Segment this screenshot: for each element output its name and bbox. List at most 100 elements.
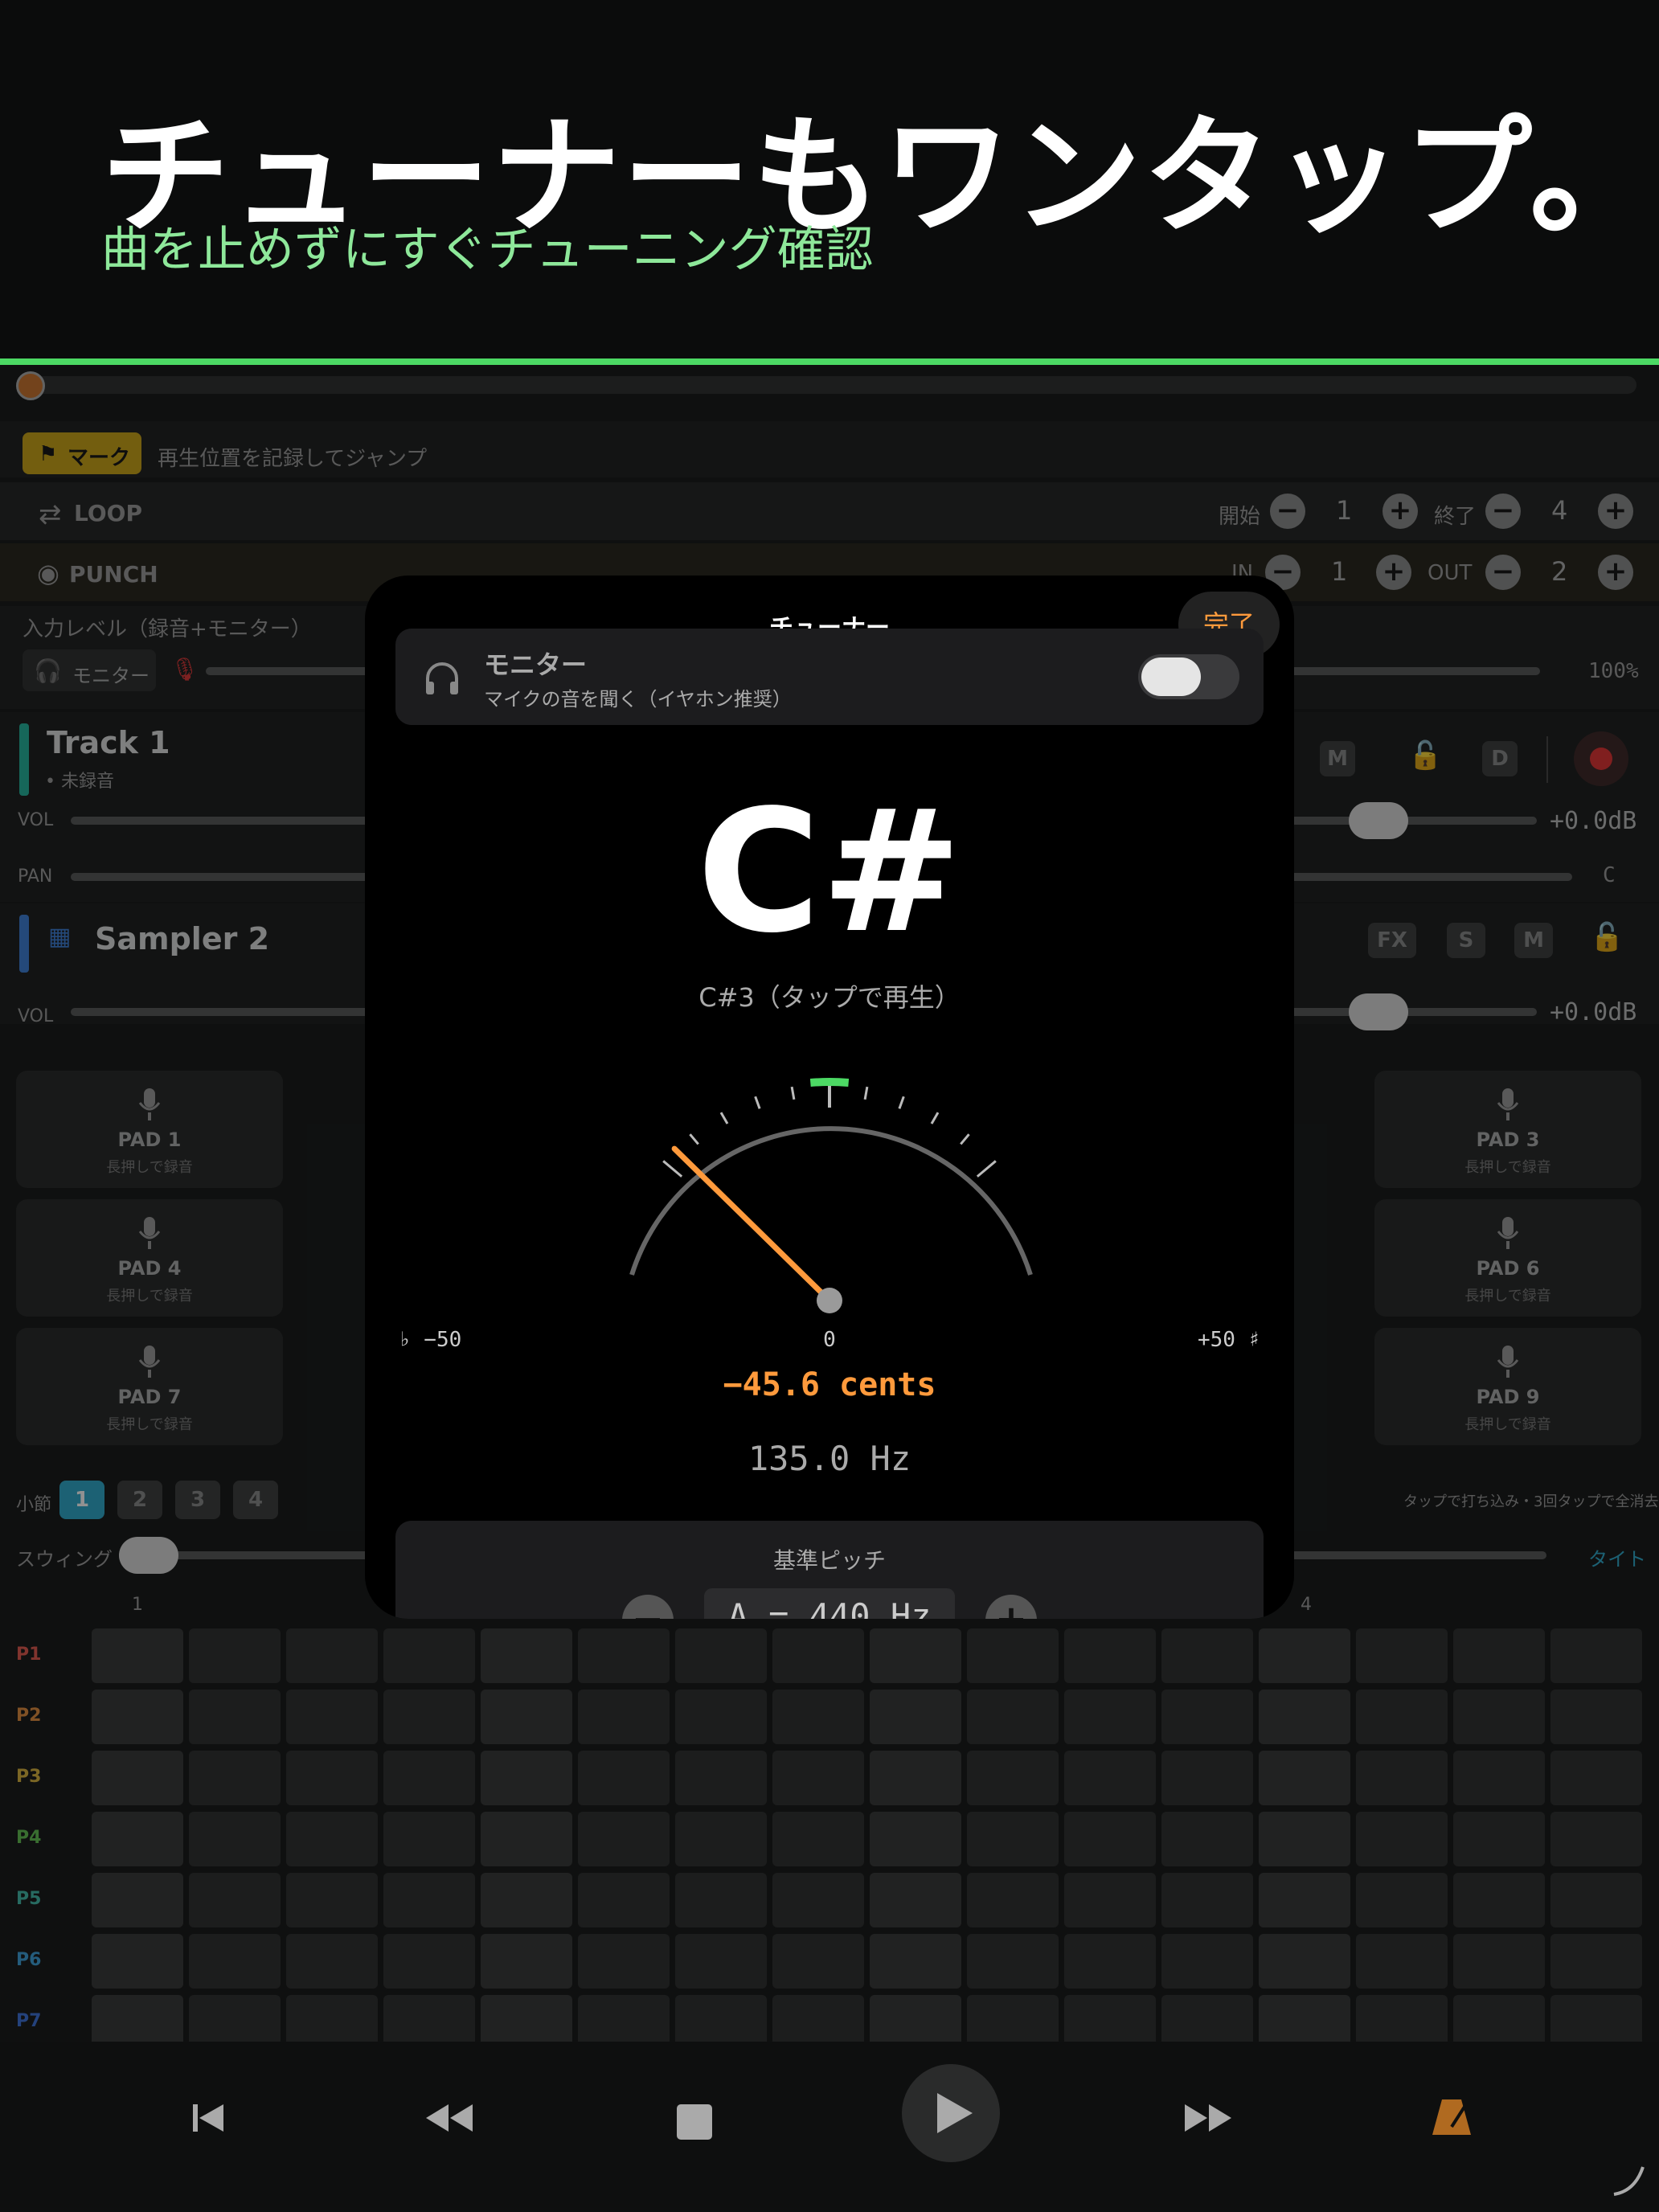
bar-tab[interactable]: 2 <box>117 1481 162 1519</box>
step-cell[interactable] <box>967 1873 1059 1927</box>
step-cell[interactable] <box>578 1690 670 1744</box>
step-cell[interactable] <box>772 1934 864 1989</box>
step-cell[interactable] <box>967 1690 1059 1744</box>
loop-end-minus-button[interactable]: − <box>1485 494 1521 529</box>
step-cell[interactable] <box>1161 1690 1253 1744</box>
skip-back-icon[interactable] <box>188 2098 228 2138</box>
step-cell[interactable] <box>1356 1628 1448 1683</box>
step-cell[interactable] <box>92 1934 183 1989</box>
step-cell[interactable] <box>1453 1934 1545 1989</box>
step-grid[interactable]: P1 P2 P3 P4 P5 P6 P7 <box>0 1628 1659 2050</box>
step-cell[interactable] <box>1161 1934 1253 1989</box>
step-cell[interactable] <box>967 1812 1059 1866</box>
pad-button[interactable]: PAD 3 長押しで録音 <box>1374 1071 1641 1188</box>
punch-out-minus-button[interactable]: − <box>1485 555 1521 590</box>
step-cell[interactable] <box>870 1751 961 1805</box>
step-cell[interactable] <box>1453 1690 1545 1744</box>
rewind-icon[interactable] <box>423 2098 476 2138</box>
step-cell[interactable] <box>870 1628 961 1683</box>
step-cell[interactable] <box>772 1628 864 1683</box>
sampler2-name[interactable]: Sampler 2 <box>95 921 269 956</box>
timeline[interactable] <box>0 371 1659 405</box>
pad-button[interactable]: PAD 6 長押しで録音 <box>1374 1199 1641 1317</box>
pitch-minus-button[interactable]: − <box>622 1595 674 1619</box>
stop-icon[interactable] <box>677 2104 712 2140</box>
pad-button[interactable]: PAD 7 長押しで録音 <box>16 1328 283 1445</box>
step-cell[interactable] <box>1356 1934 1448 1989</box>
step-cell[interactable] <box>675 1690 767 1744</box>
step-cell[interactable] <box>1259 1751 1350 1805</box>
step-cell[interactable] <box>383 1628 475 1683</box>
bar-tab[interactable]: 1 <box>59 1481 104 1519</box>
step-cell[interactable] <box>1259 1812 1350 1866</box>
step-cell[interactable] <box>1356 1812 1448 1866</box>
step-cell[interactable] <box>1064 1812 1156 1866</box>
step-cell[interactable] <box>1453 1873 1545 1927</box>
step-cell[interactable] <box>772 1812 864 1866</box>
step-cell[interactable] <box>1161 1873 1253 1927</box>
step-cell[interactable] <box>1064 1934 1156 1989</box>
sampler2-solo-button[interactable]: S <box>1447 923 1485 958</box>
playhead-handle[interactable] <box>16 371 45 400</box>
step-cell[interactable] <box>286 1628 378 1683</box>
sampler2-vol-knob[interactable] <box>1349 993 1408 1030</box>
step-cell[interactable] <box>967 1628 1059 1683</box>
step-cell[interactable] <box>870 1934 961 1989</box>
step-cell[interactable] <box>1356 1690 1448 1744</box>
sampler2-mute-button[interactable]: M <box>1514 923 1553 958</box>
step-cell[interactable] <box>1161 1751 1253 1805</box>
step-cell[interactable] <box>870 1812 961 1866</box>
step-cell[interactable] <box>675 1812 767 1866</box>
step-cell[interactable] <box>870 1873 961 1927</box>
bar-tab[interactable]: 3 <box>175 1481 220 1519</box>
lock-open-icon[interactable]: 🔓 <box>1408 739 1442 772</box>
step-cell[interactable] <box>286 1812 378 1866</box>
step-cell[interactable] <box>675 1934 767 1989</box>
pad-button[interactable]: PAD 1 長押しで録音 <box>16 1071 283 1188</box>
lock-open-icon[interactable]: 🔓 <box>1590 921 1624 953</box>
step-cell[interactable] <box>383 1934 475 1989</box>
step-cell[interactable] <box>1064 1751 1156 1805</box>
punch-in-plus-button[interactable]: + <box>1376 555 1411 590</box>
mark-button[interactable]: ⚑ マーク <box>23 432 141 474</box>
step-cell[interactable] <box>1064 1628 1156 1683</box>
step-cell[interactable] <box>578 1873 670 1927</box>
step-cell[interactable] <box>1453 1812 1545 1866</box>
step-cell[interactable] <box>383 1751 475 1805</box>
step-cell[interactable] <box>772 1751 864 1805</box>
loop-start-plus-button[interactable]: + <box>1382 494 1418 529</box>
step-cell[interactable] <box>1550 1812 1642 1866</box>
monitor-toggle[interactable] <box>1138 654 1239 699</box>
step-cell[interactable] <box>189 1934 281 1989</box>
step-cell[interactable] <box>383 1690 475 1744</box>
step-cell[interactable] <box>1550 1628 1642 1683</box>
step-cell[interactable] <box>481 1934 572 1989</box>
loop-start-minus-button[interactable]: − <box>1270 494 1305 529</box>
step-cell[interactable] <box>1453 1751 1545 1805</box>
step-cell[interactable] <box>578 1812 670 1866</box>
monitor-chip[interactable]: 🎧 モニター <box>23 649 156 691</box>
swing-knob[interactable] <box>119 1537 178 1574</box>
step-cell[interactable] <box>967 1934 1059 1989</box>
step-cell[interactable] <box>286 1873 378 1927</box>
step-cell[interactable] <box>92 1751 183 1805</box>
play-button[interactable] <box>902 2064 1000 2162</box>
step-cell[interactable] <box>1550 1934 1642 1989</box>
step-cell[interactable] <box>870 1690 961 1744</box>
track1-name[interactable]: Track 1 <box>47 725 170 760</box>
bar-tab[interactable]: 4 <box>233 1481 278 1519</box>
step-cell[interactable] <box>286 1751 378 1805</box>
step-cell[interactable] <box>286 1934 378 1989</box>
punch-label[interactable]: PUNCH <box>69 561 158 588</box>
step-cell[interactable] <box>92 1628 183 1683</box>
step-cell[interactable] <box>1453 1628 1545 1683</box>
loop-label[interactable]: LOOP <box>74 500 142 526</box>
step-cell[interactable] <box>772 1873 864 1927</box>
punch-out-plus-button[interactable]: + <box>1598 555 1633 590</box>
step-cell[interactable] <box>772 1690 864 1744</box>
step-cell[interactable] <box>481 1812 572 1866</box>
record-arm-button[interactable] <box>1574 731 1628 786</box>
step-cell[interactable] <box>189 1812 281 1866</box>
step-cell[interactable] <box>1161 1628 1253 1683</box>
step-cell[interactable] <box>92 1812 183 1866</box>
